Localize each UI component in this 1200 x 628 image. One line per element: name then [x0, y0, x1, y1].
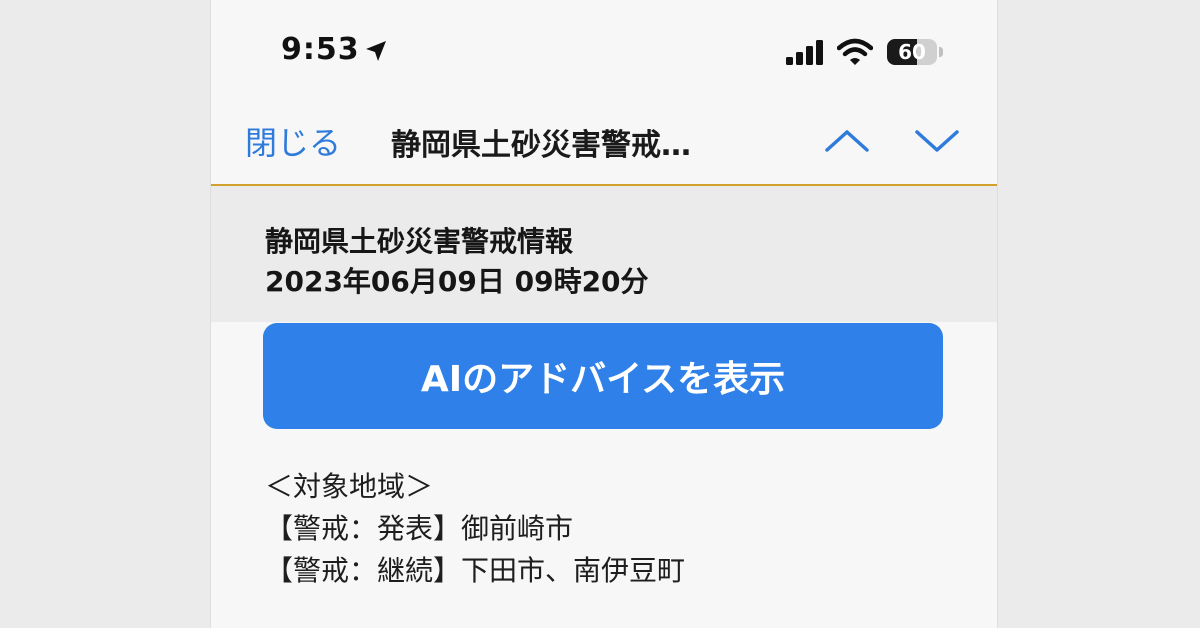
message-body: ＜対象地域＞ 【警戒：発表】御前崎市 【警戒：継続】下田市、南伊豆町 [265, 466, 965, 592]
message-datetime: 2023年06月09日 09時20分 [265, 265, 649, 298]
warning-issued-line: 【警戒：発表】御前崎市 [265, 512, 574, 545]
target-area-heading: ＜対象地域＞ [265, 470, 434, 503]
chevron-down-icon[interactable] [913, 124, 961, 156]
location-arrow-icon [366, 41, 386, 61]
message-title: 静岡県土砂災害警戒情報 [265, 225, 574, 258]
wifi-icon [837, 38, 873, 65]
nav-title: 静岡県土砂災害警戒… [391, 128, 691, 163]
cellular-signal-icon [786, 40, 823, 65]
phone-screen: 9:53 60 閉じる 静岡県土砂災害警戒… 静岡県土砂災害警戒情報 2023年… [210, 0, 998, 628]
navigation-bar: 閉じる 静岡県土砂災害警戒… [211, 100, 997, 186]
battery-icon: 60 [887, 39, 943, 65]
close-button[interactable]: 閉じる [245, 118, 341, 164]
battery-percent: 60 [898, 40, 926, 64]
chevron-up-icon[interactable] [823, 124, 871, 156]
status-time: 9:53 [281, 32, 360, 67]
ai-advice-button[interactable]: AIのアドバイスを表示 [263, 323, 943, 429]
warning-continued-line: 【警戒：継続】下田市、南伊豆町 [265, 554, 686, 587]
message-header: 静岡県土砂災害警戒情報 2023年06月09日 09時20分 [211, 186, 997, 322]
ai-advice-button-label: AIのアドバイスを表示 [420, 359, 786, 400]
status-bar: 9:53 60 [211, 0, 997, 100]
